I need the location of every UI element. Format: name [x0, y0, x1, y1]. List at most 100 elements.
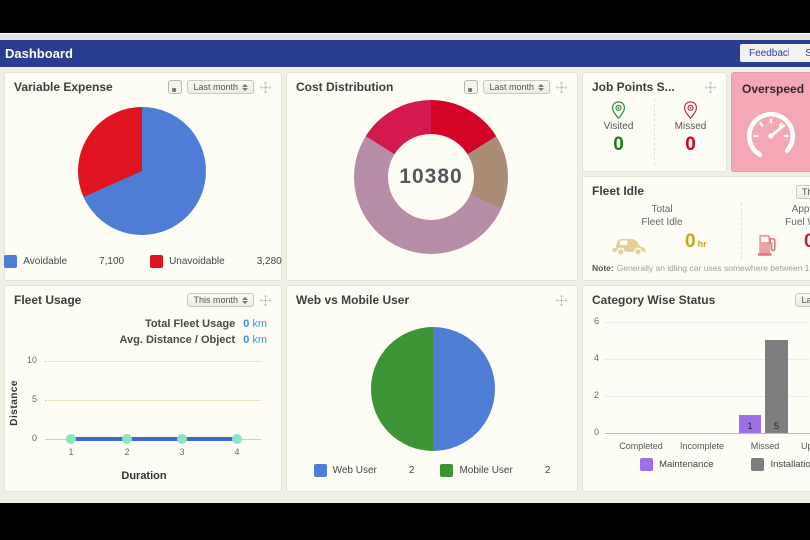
category-status-bar-chart: 6 4 2 0 1 5 Completed Incomplete Missed … [583, 311, 810, 461]
speedometer-icon [742, 107, 800, 165]
legend-swatch [150, 255, 163, 268]
export-icon[interactable] [464, 80, 478, 94]
category-label: Missed [733, 441, 797, 451]
y-tick: 0 [585, 427, 599, 437]
panel-cost-distribution: Cost Distribution Last month 10380 [286, 72, 578, 281]
legend-value: 3,280 [257, 256, 282, 267]
approx-fuel-wastage-stat: ApproxFuel Wast 0 [742, 203, 810, 259]
bar-value: 5 [765, 421, 788, 431]
panel-title: Category Wise Status [592, 293, 795, 307]
legend-item-unavoidable[interactable]: Unavoidable3,280 [150, 255, 282, 268]
dropdown-arrows-icon [242, 297, 248, 304]
visited-value: 0 [613, 134, 624, 156]
legend-item-installation[interactable]: Installation [751, 458, 810, 471]
period-dropdown[interactable]: Last month [795, 293, 810, 307]
app-header: Dashboard Feedback Switch [0, 40, 810, 67]
missed-label: Missed [675, 121, 707, 132]
fleet-idle-note: Note:Generally an idling car uses somewh… [592, 263, 810, 273]
dropdown-value: Last month [801, 295, 810, 305]
gridline [45, 361, 261, 362]
fleet-idle-body: TotalFleet Idle 0hr ApproxFuel Wast [583, 203, 810, 259]
panel-header: Cost Distribution Last month [287, 73, 577, 98]
missed-stat: Missed 0 [655, 99, 726, 165]
data-line [67, 437, 237, 441]
switch-button[interactable]: Switch [789, 44, 810, 62]
total-fleet-idle-unit: hr [698, 239, 707, 249]
category-label: Completed [609, 441, 673, 451]
web-mobile-legend: Web User 2 Mobile User2 [287, 464, 577, 477]
approx-label-line1: Approx [792, 204, 810, 215]
total-fleet-idle-stat: TotalFleet Idle 0hr [583, 203, 742, 259]
panel-title: Cost Distribution [296, 80, 464, 94]
fleet-usage-line-chart: 10 5 0 Distance 1 2 3 4 Duration [5, 344, 283, 489]
x-tick: 4 [227, 447, 247, 457]
total-fleet-idle-value: 0 [685, 231, 696, 252]
legend-label: Web User [333, 465, 377, 476]
panel-category-wise-status: Category Wise Status Last month 6 4 2 0 … [582, 285, 810, 492]
category-label: Incomplete [670, 441, 734, 451]
y-tick: 4 [585, 353, 599, 363]
legend-swatch [440, 464, 453, 477]
panel-title: Web vs Mobile User [296, 293, 555, 307]
legend-swatch [314, 464, 327, 477]
move-icon[interactable] [555, 294, 568, 307]
total-label-line1: Total [651, 204, 672, 215]
x-tick: 1 [61, 447, 81, 457]
visited-label: Visited [604, 121, 634, 132]
legend-item-maintenance[interactable]: Maintenance [640, 458, 713, 471]
panel-header: Fleet Usage This month [5, 286, 281, 311]
move-icon[interactable] [259, 81, 272, 94]
y-tick: 5 [17, 394, 37, 404]
x-tick: 2 [117, 447, 137, 457]
panel-header: Web vs Mobile User [287, 286, 577, 311]
legend-value: 2 [409, 465, 415, 476]
legend-item-avoidable[interactable]: Avoidable7,100 [4, 255, 124, 268]
period-dropdown[interactable]: Last month [187, 80, 254, 94]
donut-center-value: 10380 [388, 134, 474, 220]
dropdown-value: Last month [489, 82, 534, 92]
move-icon[interactable] [259, 294, 272, 307]
visited-stat: Visited 0 [583, 99, 655, 165]
variable-expense-legend: Avoidable7,100 Unavoidable3,280 [5, 255, 281, 268]
dropdown-arrows-icon [242, 84, 248, 91]
legend-swatch [640, 458, 653, 471]
fuel-pump-icon [756, 231, 778, 257]
panel-fleet-usage: Fleet Usage This month Total Fleet Usage… [4, 285, 282, 492]
period-dropdown[interactable]: This month [796, 185, 810, 199]
export-icon[interactable] [168, 80, 182, 94]
web-mobile-pie-chart [371, 327, 495, 451]
period-dropdown[interactable]: This month [187, 293, 254, 307]
data-point [232, 434, 242, 444]
legend-item-web-user[interactable]: Web User 2 [314, 464, 415, 477]
panel-header: Variable Expense Last month [5, 73, 281, 98]
legend-swatch [751, 458, 764, 471]
x-tick: 3 [172, 447, 192, 457]
move-icon[interactable] [555, 81, 568, 94]
legend-label: Maintenance [659, 459, 713, 470]
page-title: Dashboard [5, 46, 73, 61]
data-point [177, 434, 187, 444]
screen: Dashboard Feedback Switch Variable Expen… [0, 0, 810, 540]
cost-distribution-donut-chart: 10380 [354, 100, 508, 254]
installation-bar-missed: 5 [765, 340, 788, 433]
category-status-legend: Maintenance Installation [583, 458, 810, 471]
missed-pin-icon [683, 101, 698, 119]
y-tick: 10 [17, 355, 37, 365]
y-tick: 6 [585, 316, 599, 326]
job-points-body: Visited 0 Missed 0 [583, 99, 726, 165]
move-icon[interactable] [704, 81, 717, 94]
panel-overspeed: Overspeed [731, 72, 810, 172]
panel-title: Overspeed [742, 82, 804, 96]
dropdown-value: This month [802, 187, 810, 197]
legend-item-mobile-user[interactable]: Mobile User2 [440, 464, 550, 477]
data-point [66, 434, 76, 444]
y-axis-label: Distance [9, 380, 20, 426]
legend-swatch [4, 255, 17, 268]
panel-title: Job Points S... [592, 80, 704, 94]
panel-job-points: Job Points S... Visited 0 Missed 0 [582, 72, 727, 172]
gridline [605, 322, 810, 323]
legend-label: Avoidable [23, 256, 67, 267]
period-dropdown[interactable]: Last month [483, 80, 550, 94]
panel-title: Fleet Usage [14, 293, 187, 307]
category-label: Upcoming [801, 441, 810, 451]
